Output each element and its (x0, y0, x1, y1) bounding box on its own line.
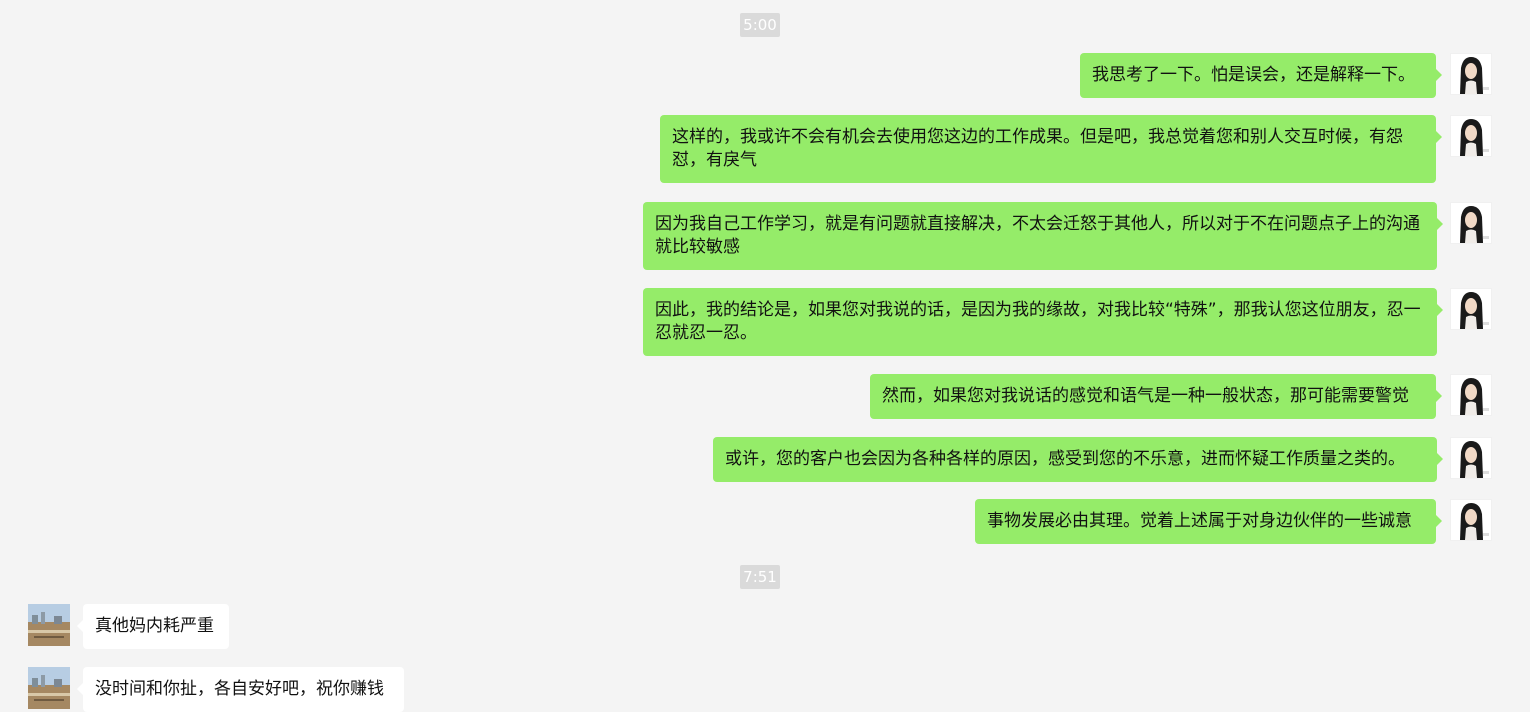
user-avatar[interactable] (1450, 437, 1492, 479)
message-bubble-sent[interactable]: 事物发展必由其理。觉着上述属于对身边伙伴的一些诚意 (975, 499, 1442, 544)
landscape-photo-icon (28, 667, 70, 709)
message-text: 事物发展必由其理。觉着上述属于对身边伙伴的一些诚意 (987, 511, 1412, 531)
message-bubble-sent[interactable]: 因为我自己工作学习，就是有问题就直接解决，不太会迁怒于其他人，所以对于不在问题点… (643, 202, 1443, 270)
message-text: 因为我自己工作学习，就是有问题就直接解决，不太会迁怒于其他人，所以对于不在问题点… (655, 214, 1420, 257)
message-text: 然而，如果您对我说话的感觉和语气是一种一般状态，那可能需要警觉 (882, 386, 1409, 406)
message-bubble-received[interactable]: 没时间和你扯，各自安好吧，祝你赚钱 (77, 667, 404, 712)
message-bubble-sent[interactable]: 这样的，我或许不会有机会去使用您这边的工作成果。但是吧，我总觉着您和别人交互时候… (660, 115, 1442, 183)
user-avatar[interactable] (1450, 202, 1492, 244)
message-text: 真他妈内耗严重 (95, 616, 214, 636)
girl-photo-icon (1451, 500, 1491, 540)
user-avatar[interactable] (1450, 499, 1492, 541)
girl-photo-icon (1451, 54, 1491, 94)
timestamp: 7:51 (740, 565, 780, 589)
message-bubble-received[interactable]: 真他妈内耗严重 (77, 604, 229, 649)
contact-avatar[interactable] (28, 604, 70, 646)
message-text: 我思考了一下。怕是误会，还是解释一下。 (1092, 65, 1415, 85)
girl-photo-icon (1451, 116, 1491, 156)
girl-photo-icon (1451, 375, 1491, 415)
girl-photo-icon (1451, 289, 1491, 329)
user-avatar[interactable] (1450, 288, 1492, 330)
user-avatar[interactable] (1450, 53, 1492, 95)
message-bubble-sent[interactable]: 因此，我的结论是，如果您对我说的话，是因为我的缘故，对我比较“特殊”，那我认您这… (643, 288, 1443, 356)
girl-photo-icon (1451, 438, 1491, 478)
message-bubble-sent[interactable]: 我思考了一下。怕是误会，还是解释一下。 (1080, 53, 1442, 98)
message-text: 或许，您的客户也会因为各种各样的原因，感受到您的不乐意，进而怀疑工作质量之类的。 (725, 449, 1405, 469)
user-avatar[interactable] (1450, 115, 1492, 157)
message-text: 这样的，我或许不会有机会去使用您这边的工作成果。但是吧，我总觉着您和别人交互时候… (672, 127, 1403, 170)
message-bubble-sent[interactable]: 然而，如果您对我说话的感觉和语气是一种一般状态，那可能需要警觉 (870, 374, 1442, 419)
girl-photo-icon (1451, 203, 1491, 243)
message-text: 因此，我的结论是，如果您对我说的话，是因为我的缘故，对我比较“特殊”，那我认您这… (655, 300, 1421, 343)
landscape-photo-icon (28, 604, 70, 646)
message-text: 没时间和你扯，各自安好吧，祝你赚钱 (95, 679, 384, 699)
timestamp: 5:00 (740, 13, 780, 37)
contact-avatar[interactable] (28, 667, 70, 709)
user-avatar[interactable] (1450, 374, 1492, 416)
message-bubble-sent[interactable]: 或许，您的客户也会因为各种各样的原因，感受到您的不乐意，进而怀疑工作质量之类的。 (713, 437, 1443, 482)
